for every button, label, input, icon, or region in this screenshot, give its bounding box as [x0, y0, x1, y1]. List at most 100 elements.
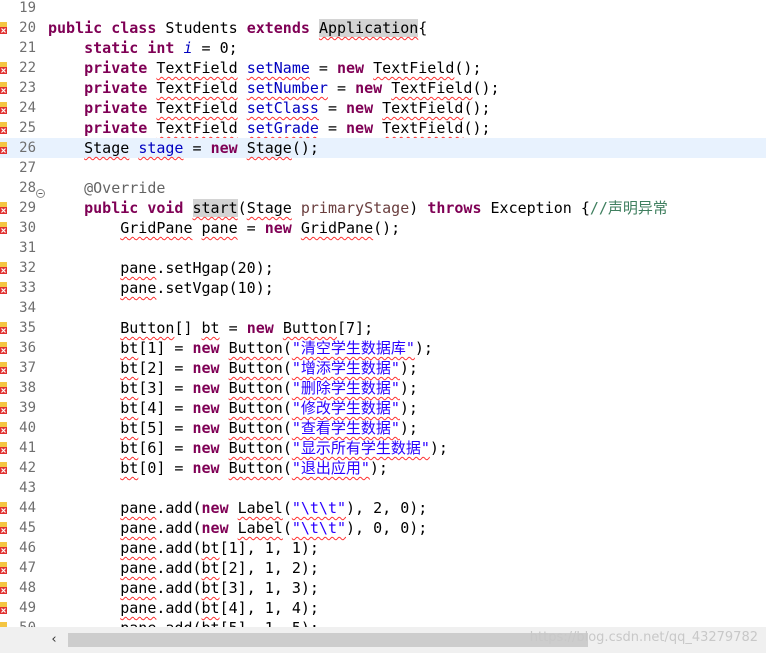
- code-text[interactable]: pane.add(bt[2], 1, 2);: [48, 558, 319, 578]
- error-marker-icon[interactable]: [0, 401, 8, 415]
- code-line[interactable]: 36 bt[1] = new Button("清空学生数据库");: [0, 338, 766, 358]
- line-gutter[interactable]: 20: [0, 18, 44, 38]
- code-line[interactable]: 30 GridPane pane = new GridPane();: [0, 218, 766, 238]
- error-marker-icon[interactable]: [0, 421, 8, 435]
- code-text[interactable]: GridPane pane = new GridPane();: [48, 218, 400, 238]
- code-editor[interactable]: 19 20 public class Students extends Applic…: [0, 0, 766, 627]
- error-marker-icon[interactable]: [0, 561, 8, 575]
- code-line[interactable]: 28 @Override: [0, 178, 766, 198]
- line-gutter[interactable]: 34: [0, 298, 44, 318]
- line-gutter[interactable]: 50: [0, 618, 44, 627]
- line-gutter[interactable]: 48: [0, 578, 44, 598]
- error-marker-icon[interactable]: [0, 341, 8, 355]
- code-text[interactable]: bt[4] = new Button("修改学生数据");: [48, 398, 418, 418]
- code-text[interactable]: public class Students extends Applicatio…: [48, 18, 427, 38]
- code-line[interactable]: 40 bt[5] = new Button("查看学生数据");: [0, 418, 766, 438]
- code-text[interactable]: bt[3] = new Button("删除学生数据");: [48, 378, 418, 398]
- code-text[interactable]: bt[2] = new Button("增添学生数据");: [48, 358, 418, 378]
- code-line[interactable]: 24 private TextField setClass = new Text…: [0, 98, 766, 118]
- code-line[interactable]: 38 bt[3] = new Button("删除学生数据");: [0, 378, 766, 398]
- error-marker-icon[interactable]: [0, 281, 8, 295]
- error-marker-icon[interactable]: [0, 21, 8, 35]
- error-marker-icon[interactable]: [0, 601, 8, 615]
- error-marker-icon[interactable]: [0, 381, 8, 395]
- line-gutter[interactable]: 47: [0, 558, 44, 578]
- line-gutter[interactable]: 35: [0, 318, 44, 338]
- error-marker-icon[interactable]: [0, 261, 8, 275]
- code-line[interactable]: 22 private TextField setName = new TextF…: [0, 58, 766, 78]
- error-marker-icon[interactable]: [0, 581, 8, 595]
- code-text[interactable]: private TextField setNumber = new TextFi…: [48, 78, 499, 98]
- code-line[interactable]: 31: [0, 238, 766, 258]
- code-text[interactable]: Button[] bt = new Button[7];: [48, 318, 373, 338]
- code-text[interactable]: static int i = 0;: [48, 38, 238, 58]
- code-line[interactable]: 32 pane.setHgap(20);: [0, 258, 766, 278]
- line-gutter[interactable]: 22: [0, 58, 44, 78]
- fold-collapse-icon[interactable]: [36, 183, 45, 198]
- code-text[interactable]: private TextField setClass = new TextFie…: [48, 98, 490, 118]
- code-text[interactable]: bt[0] = new Button("退出应用");: [48, 458, 388, 478]
- line-gutter[interactable]: 32: [0, 258, 44, 278]
- code-line[interactable]: 21 static int i = 0;: [0, 38, 766, 58]
- error-marker-icon[interactable]: [0, 201, 8, 215]
- code-line[interactable]: 49 pane.add(bt[4], 1, 4);: [0, 598, 766, 618]
- code-text[interactable]: pane.setVgap(10);: [48, 278, 274, 298]
- error-marker-icon[interactable]: [0, 61, 8, 75]
- error-marker-icon[interactable]: [0, 541, 8, 555]
- code-text[interactable]: public void start(Stage primaryStage) th…: [48, 198, 668, 218]
- code-text[interactable]: Stage stage = new Stage();: [48, 138, 319, 158]
- line-gutter[interactable]: 45: [0, 518, 44, 538]
- code-line[interactable]: 29 public void start(Stage primaryStage)…: [0, 198, 766, 218]
- error-marker-icon[interactable]: [0, 221, 8, 235]
- line-gutter[interactable]: 21: [0, 38, 44, 58]
- code-line[interactable]: 33 pane.setVgap(10);: [0, 278, 766, 298]
- line-gutter[interactable]: 29: [0, 198, 44, 218]
- code-line[interactable]: 43: [0, 478, 766, 498]
- line-gutter[interactable]: 26: [0, 138, 44, 158]
- code-line[interactable]: 35 Button[] bt = new Button[7];: [0, 318, 766, 338]
- error-marker-icon[interactable]: [0, 361, 8, 375]
- error-marker-icon[interactable]: [0, 521, 8, 535]
- line-gutter[interactable]: 44: [0, 498, 44, 518]
- line-gutter[interactable]: 43: [0, 478, 44, 498]
- scroll-left-arrow-icon[interactable]: ‹: [46, 632, 62, 648]
- code-line[interactable]: 25 private TextField setGrade = new Text…: [0, 118, 766, 138]
- line-gutter[interactable]: 46: [0, 538, 44, 558]
- horizontal-scrollbar[interactable]: ‹ https://blog.csdn.net/qq_43279782: [0, 627, 766, 653]
- code-text[interactable]: pane.add(new Label("\t\t"), 2, 0);: [48, 498, 427, 518]
- code-text[interactable]: bt[5] = new Button("查看学生数据");: [48, 418, 418, 438]
- error-marker-icon[interactable]: [0, 81, 8, 95]
- line-gutter[interactable]: 27: [0, 158, 44, 178]
- code-text[interactable]: private TextField setName = new TextFiel…: [48, 58, 481, 78]
- code-text[interactable]: pane.add(bt[3], 1, 3);: [48, 578, 319, 598]
- code-line[interactable]: 42 bt[0] = new Button("退出应用");: [0, 458, 766, 478]
- line-gutter[interactable]: 31: [0, 238, 44, 258]
- code-line[interactable]: 48 pane.add(bt[3], 1, 3);: [0, 578, 766, 598]
- code-text[interactable]: pane.setHgap(20);: [48, 258, 274, 278]
- line-gutter[interactable]: 24: [0, 98, 44, 118]
- code-line[interactable]: 23 private TextField setNumber = new Tex…: [0, 78, 766, 98]
- line-gutter[interactable]: 25: [0, 118, 44, 138]
- line-gutter[interactable]: 23: [0, 78, 44, 98]
- error-marker-icon[interactable]: [0, 461, 8, 475]
- code-text[interactable]: bt[6] = new Button("显示所有学生数据");: [48, 438, 448, 458]
- code-line[interactable]: 37 bt[2] = new Button("增添学生数据");: [0, 358, 766, 378]
- line-gutter[interactable]: 49: [0, 598, 44, 618]
- code-line[interactable]: 34: [0, 298, 766, 318]
- line-gutter[interactable]: 19: [0, 0, 44, 18]
- line-gutter[interactable]: 37: [0, 358, 44, 378]
- code-text[interactable]: bt[1] = new Button("清空学生数据库");: [48, 338, 433, 358]
- line-gutter[interactable]: 39: [0, 398, 44, 418]
- code-text[interactable]: @Override: [48, 178, 165, 198]
- error-marker-icon[interactable]: [0, 121, 8, 135]
- scrollbar-thumb[interactable]: [68, 633, 588, 647]
- code-text[interactable]: pane.add(bt[5], 1, 5);: [48, 618, 319, 627]
- error-marker-icon[interactable]: [0, 101, 8, 115]
- code-line[interactable]: 39 bt[4] = new Button("修改学生数据");: [0, 398, 766, 418]
- code-line[interactable]: 41 bt[6] = new Button("显示所有学生数据");: [0, 438, 766, 458]
- error-marker-icon[interactable]: [0, 321, 8, 335]
- line-gutter[interactable]: 30: [0, 218, 44, 238]
- line-gutter[interactable]: 28: [0, 178, 45, 198]
- error-marker-icon[interactable]: [0, 501, 8, 515]
- code-text[interactable]: private TextField setGrade = new TextFie…: [48, 118, 490, 138]
